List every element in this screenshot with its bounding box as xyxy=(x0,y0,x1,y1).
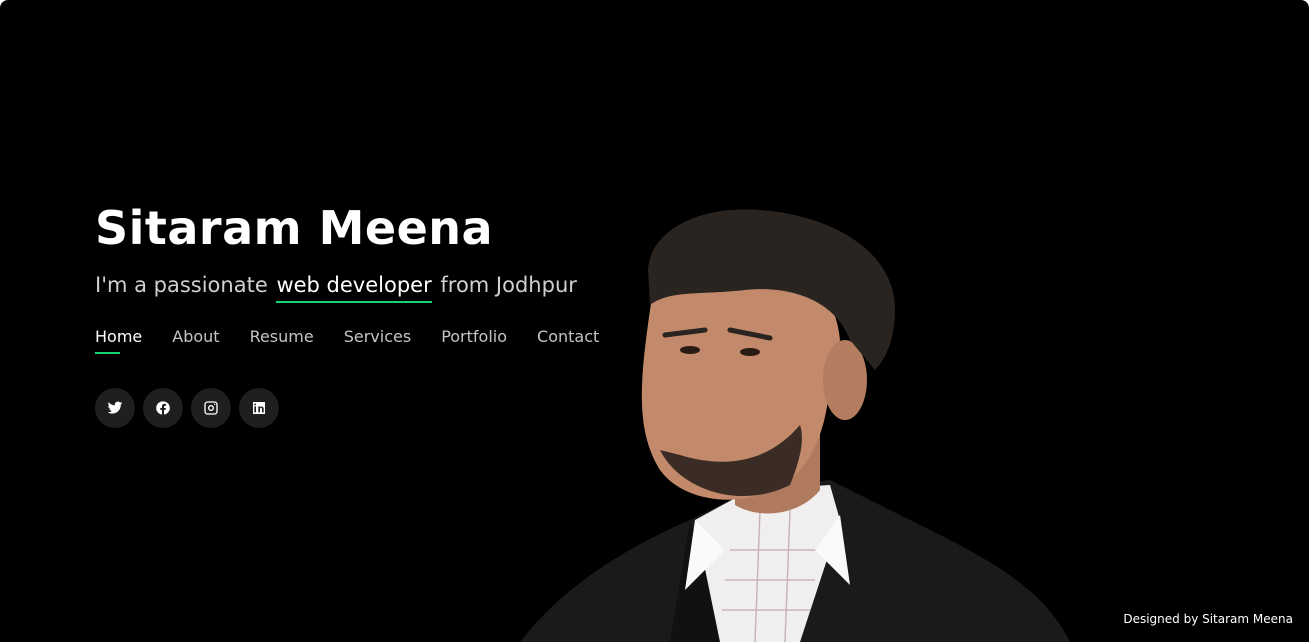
twitter-icon xyxy=(107,401,123,414)
nav-item-contact[interactable]: Contact xyxy=(537,327,599,352)
social-links xyxy=(95,388,599,428)
nav-item-home[interactable]: Home xyxy=(95,327,142,354)
nav-item-services[interactable]: Services xyxy=(344,327,411,352)
page-title: Sitaram Meena xyxy=(95,201,494,255)
tagline-prefix: I'm a passionate xyxy=(95,273,268,297)
nav-item-resume[interactable]: Resume xyxy=(250,327,314,352)
tagline: I'm a passionate web developer from Jodh… xyxy=(95,273,599,303)
linkedin-icon xyxy=(253,402,265,414)
hero-content: Sitaram Meena I'm a passionate web devel… xyxy=(95,195,599,428)
twitter-link[interactable] xyxy=(95,388,135,428)
footer-credit: Designed by Sitaram Meena xyxy=(1123,612,1293,626)
tagline-suffix: from Jodhpur xyxy=(440,273,577,297)
facebook-link[interactable] xyxy=(143,388,183,428)
nav-item-portfolio[interactable]: Portfolio xyxy=(441,327,507,352)
instagram-icon xyxy=(204,401,218,415)
main-nav: Home About Resume Services Portfolio Con… xyxy=(95,327,599,354)
hero-section: Sitaram Meena I'm a passionate web devel… xyxy=(0,0,1309,642)
tagline-typed-role: web developer xyxy=(276,273,432,303)
nav-item-about[interactable]: About xyxy=(172,327,219,352)
linkedin-link[interactable] xyxy=(239,388,279,428)
facebook-icon xyxy=(156,401,170,415)
instagram-link[interactable] xyxy=(191,388,231,428)
